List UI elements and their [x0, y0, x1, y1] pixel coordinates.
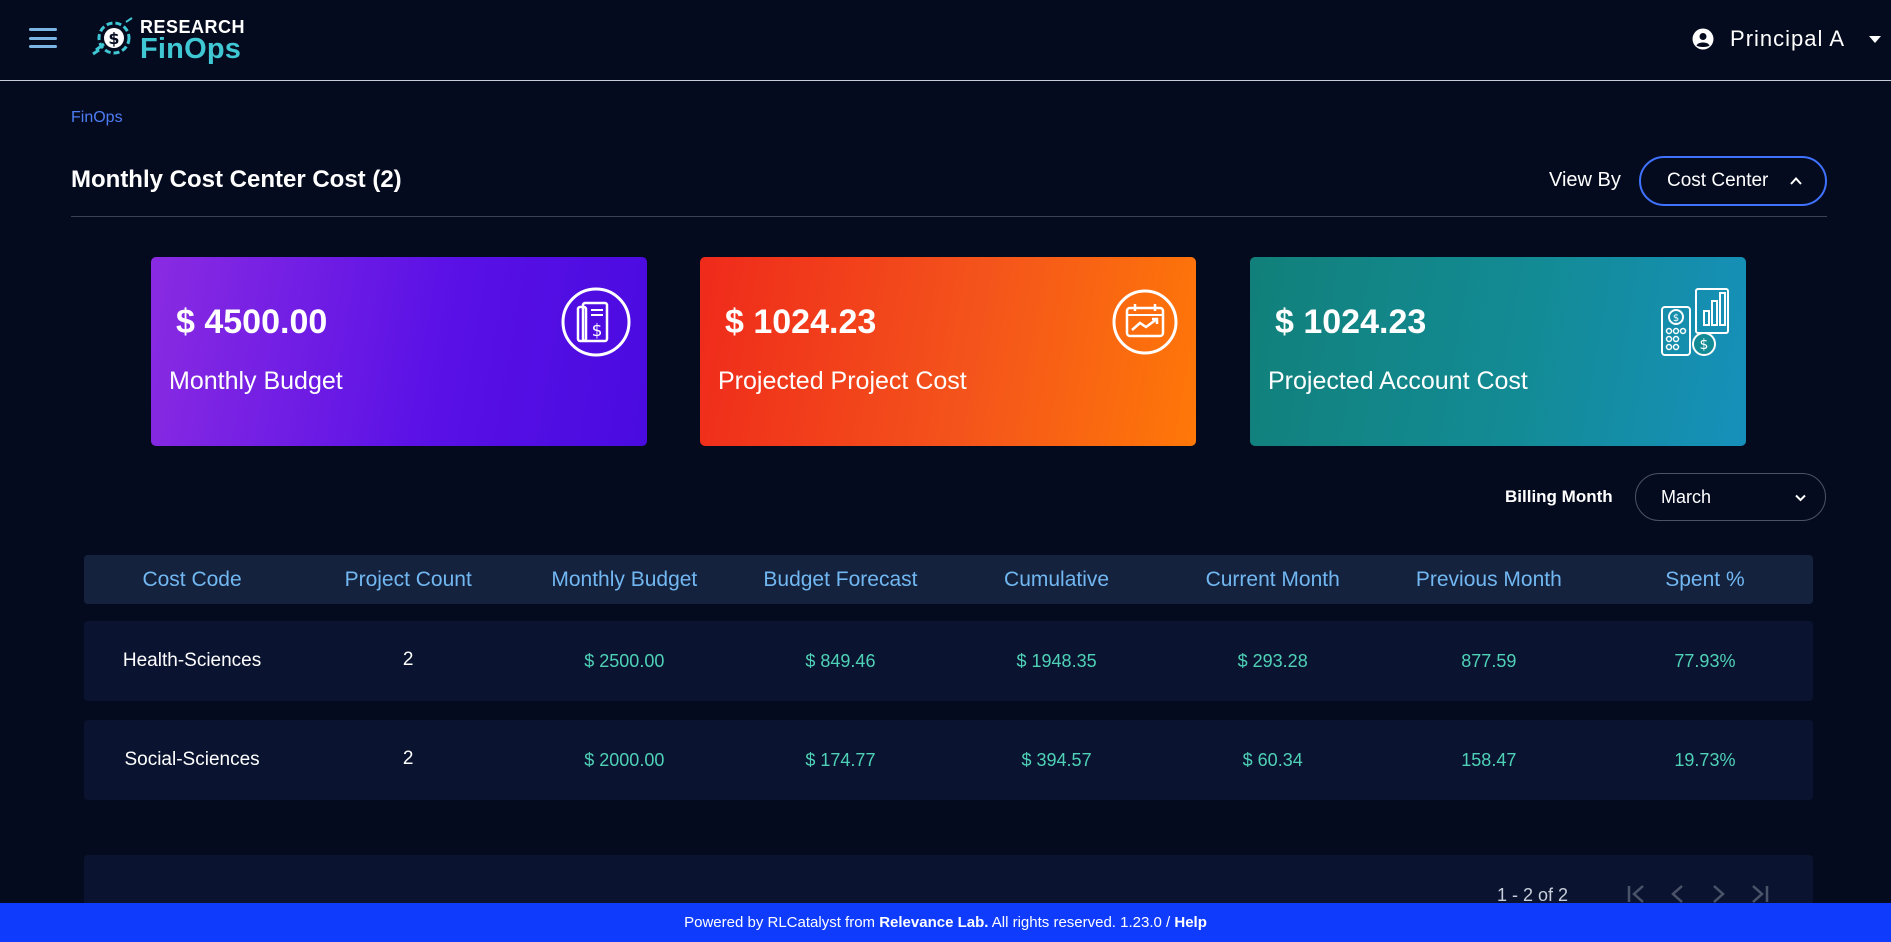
svg-text:$: $ — [108, 29, 119, 48]
footer-help-link[interactable]: Help — [1174, 914, 1207, 931]
cell-previous-month: 877.59 — [1461, 650, 1517, 671]
breadcrumb-finops[interactable]: FinOps — [71, 109, 123, 127]
view-by-label: View By — [1549, 169, 1621, 191]
cell-budget-forecast: $ 849.46 — [805, 650, 876, 671]
cell-project-count: 2 — [402, 748, 414, 769]
cell-cumulative: $ 394.57 — [1021, 749, 1092, 770]
previous-page-icon[interactable] — [1664, 883, 1692, 905]
table-row[interactable]: Health-Sciences 2 $ 2500.00 $ 849.46 $ 1… — [84, 621, 1813, 701]
monthly-budget-card: $ 4500.00 Monthly Budget $ — [151, 257, 647, 446]
cell-current-month: $ 293.28 — [1237, 650, 1308, 671]
column-header-spent-percent[interactable]: Spent % — [1597, 555, 1813, 604]
user-menu[interactable]: Principal A — [1692, 24, 1881, 54]
receipt-dollar-icon: $ — [561, 287, 631, 357]
chevron-up-icon — [1790, 177, 1802, 185]
svg-text:$: $ — [592, 321, 603, 341]
billing-month-value: March — [1661, 486, 1712, 507]
hamburger-menu-icon[interactable] — [29, 28, 57, 48]
calculator-chart-icon: $ $ — [1661, 288, 1729, 356]
footer: Powered by RLCatalyst from Relevance Lab… — [0, 903, 1891, 942]
research-finops-logo[interactable]: $ RESEARCH FinOps — [90, 14, 250, 65]
column-header-cost-code[interactable]: Cost Code — [84, 555, 300, 604]
card-amount: $ 1024.23 — [725, 303, 877, 341]
footer-company: Relevance Lab. — [879, 914, 989, 931]
svg-text:$: $ — [1700, 337, 1709, 353]
page-title: Monthly Cost Center Cost (2) — [71, 166, 402, 193]
view-by-value: Cost Center — [1667, 170, 1769, 191]
last-page-icon[interactable] — [1744, 883, 1772, 905]
footer-rights: All rights reserved. 1.23.0 / — [988, 914, 1175, 931]
cell-monthly-budget: $ 2000.00 — [584, 749, 665, 770]
card-label: Projected Account Cost — [1268, 367, 1528, 395]
logo-text-finops: FinOps — [140, 33, 242, 65]
projected-account-cost-card: $ 1024.23 Projected Account Cost $ $ — [1250, 257, 1746, 446]
calendar-trend-icon — [1112, 289, 1178, 355]
cell-current-month: $ 60.34 — [1242, 749, 1303, 770]
table-header: Cost Code Project Count Monthly Budget B… — [84, 555, 1813, 604]
billing-month-label: Billing Month — [1505, 487, 1613, 506]
cell-cumulative: $ 1948.35 — [1016, 650, 1097, 671]
title-divider — [71, 216, 1827, 217]
column-header-previous-month[interactable]: Previous Month — [1381, 555, 1597, 604]
cell-previous-month: 158.47 — [1461, 749, 1517, 770]
column-header-project-count[interactable]: Project Count — [300, 555, 516, 604]
cell-cost-code: Health-Sciences — [122, 650, 262, 671]
svg-text:$: $ — [1673, 313, 1679, 324]
caret-down-icon — [1869, 35, 1881, 43]
logo-dollar-coin-icon: $ — [92, 17, 133, 56]
account-circle-icon — [1692, 28, 1714, 50]
card-label: Projected Project Cost — [718, 367, 967, 395]
card-label: Monthly Budget — [169, 367, 343, 395]
column-header-budget-forecast[interactable]: Budget Forecast — [732, 555, 948, 604]
next-page-icon[interactable] — [1704, 883, 1732, 905]
projected-project-cost-card: $ 1024.23 Projected Project Cost — [700, 257, 1196, 446]
column-header-monthly-budget[interactable]: Monthly Budget — [516, 555, 732, 604]
view-by-select[interactable]: Cost Center — [1639, 156, 1827, 206]
card-amount: $ 1024.23 — [1275, 303, 1427, 341]
user-name: Principal A — [1730, 26, 1845, 51]
cell-budget-forecast: $ 174.77 — [805, 749, 876, 770]
cell-cost-code: Social-Sciences — [124, 749, 260, 770]
column-header-cumulative[interactable]: Cumulative — [949, 555, 1165, 604]
chevron-down-icon — [1795, 494, 1806, 502]
column-header-current-month[interactable]: Current Month — [1165, 555, 1381, 604]
card-amount: $ 4500.00 — [176, 303, 328, 341]
cell-project-count: 2 — [402, 649, 414, 670]
top-app-bar: $ RESEARCH FinOps Principal A — [0, 0, 1891, 81]
cell-spent-percent: 77.93% — [1674, 650, 1736, 671]
cell-spent-percent: 19.73% — [1674, 749, 1736, 770]
table-pagination: 1 - 2 of 2 — [84, 855, 1813, 905]
billing-month-select[interactable]: March — [1635, 473, 1826, 521]
cell-monthly-budget: $ 2500.00 — [584, 650, 665, 671]
footer-prefix: Powered by RLCatalyst from — [684, 914, 880, 931]
first-page-icon[interactable] — [1624, 883, 1652, 905]
table-row[interactable]: Social-Sciences 2 $ 2000.00 $ 174.77 $ 3… — [84, 720, 1813, 800]
